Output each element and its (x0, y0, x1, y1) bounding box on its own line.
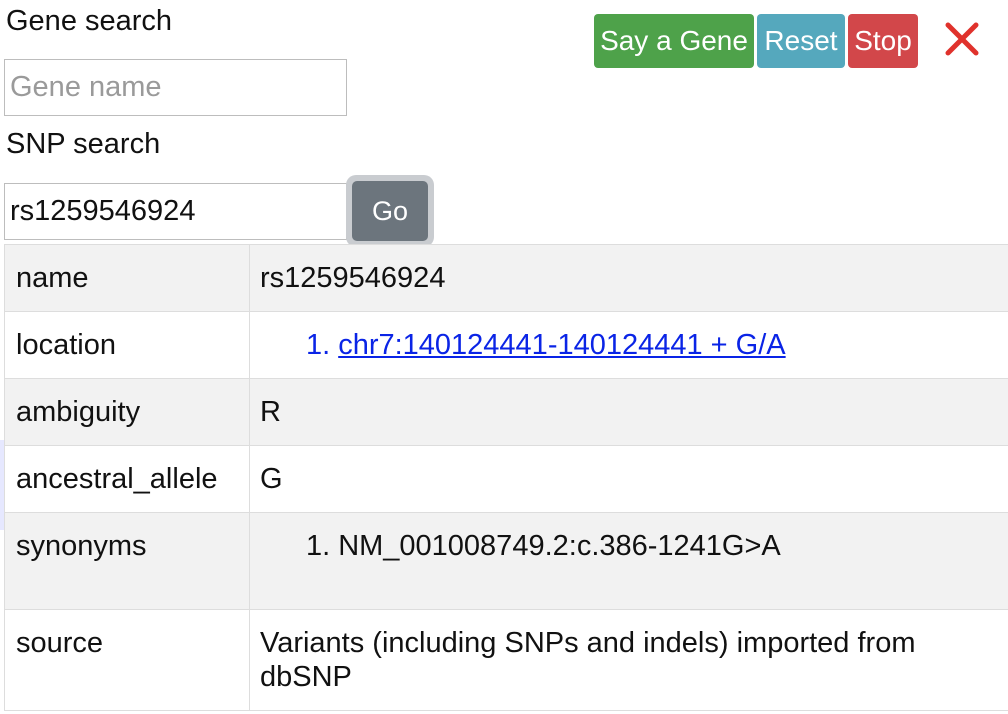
reset-button[interactable]: Reset (757, 14, 845, 68)
list-item: 1. chr7:140124441-140124441 + G/A (260, 328, 1003, 362)
table-row: location 1. chr7:140124441-140124441 + G/… (4, 311, 1008, 379)
table-row: ancestral_allele G (4, 445, 1008, 513)
row-value-name: rs1259546924 (249, 244, 1008, 312)
row-key-source: source (4, 609, 250, 711)
table-row: synonyms 1. NM_001008749.2:c.386-1241G>A (4, 512, 1008, 610)
row-value-location: 1. chr7:140124441-140124441 + G/A (249, 311, 1008, 379)
row-key-location: location (4, 311, 250, 379)
table-row: ambiguity R (4, 378, 1008, 446)
synonym-text: NM_001008749.2:c.386-1241G>A (338, 530, 781, 562)
close-icon[interactable] (941, 18, 983, 60)
list-item: 1. NM_001008749.2:c.386-1241G>A (260, 529, 1003, 563)
row-key-ambiguity: ambiguity (4, 378, 250, 446)
row-value-synonyms: 1. NM_001008749.2:c.386-1241G>A (249, 512, 1008, 610)
gene-search-label: Gene search (6, 5, 173, 37)
gene-name-input[interactable] (4, 59, 347, 116)
location-link[interactable]: chr7:140124441-140124441 + G/A (338, 329, 785, 361)
table-row: name rs1259546924 (4, 244, 1008, 312)
snp-info-table: name rs1259546924 location 1. chr7:140124… (4, 244, 1008, 711)
list-number: 1. (306, 329, 331, 361)
table-row: source Variants (including SNPs and inde… (4, 609, 1008, 711)
row-key-name: name (4, 244, 250, 312)
stop-button[interactable]: Stop (848, 14, 918, 68)
list-number: 1. (306, 530, 331, 562)
row-value-source: Variants (including SNPs and indels) imp… (249, 609, 1008, 711)
row-key-synonyms: synonyms (4, 512, 250, 610)
row-value-ambiguity: R (249, 378, 1008, 446)
row-value-ancestral-allele: G (249, 445, 1008, 513)
go-button-focus-ring: Go (346, 175, 434, 247)
synonyms-list: 1. NM_001008749.2:c.386-1241G>A (260, 529, 1003, 563)
snp-search-label: SNP search (6, 128, 161, 160)
row-key-ancestral-allele: ancestral_allele (4, 445, 250, 513)
location-list: 1. chr7:140124441-140124441 + G/A (260, 328, 1003, 362)
go-button[interactable]: Go (352, 181, 428, 241)
say-a-gene-button[interactable]: Say a Gene (594, 14, 754, 68)
snp-search-input[interactable] (4, 183, 347, 240)
